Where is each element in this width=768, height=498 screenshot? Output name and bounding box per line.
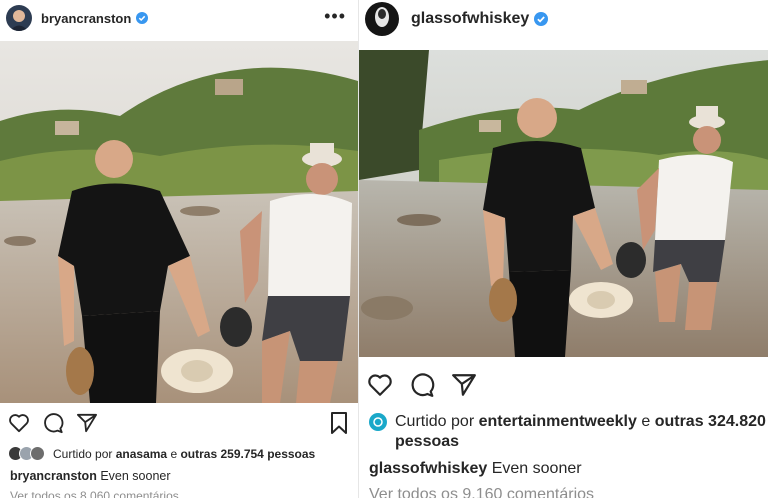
liker-avatars[interactable] — [8, 446, 45, 461]
view-comments-link[interactable]: Ver todos os 9.160 comentários — [369, 486, 594, 498]
likes-connector: e — [641, 413, 651, 430]
post-header: bryancranston ••• — [0, 0, 358, 36]
liker-avatar-icon[interactable] — [369, 413, 387, 431]
likes-count[interactable]: outras 259.754 pessoas — [180, 447, 315, 461]
more-options-icon[interactable]: ••• — [324, 7, 346, 25]
bookmark-icon[interactable] — [330, 412, 348, 434]
action-bar — [8, 412, 98, 434]
post-photo[interactable] — [359, 50, 768, 357]
liker-username[interactable]: anasama — [116, 447, 167, 461]
post-header: glassofwhiskey — [359, 0, 768, 38]
verified-badge-icon — [136, 12, 149, 24]
avatar — [30, 446, 45, 461]
likes-prefix: Curtido por — [395, 413, 475, 430]
verified-badge-icon — [534, 12, 549, 26]
caption-username[interactable]: glassofwhiskey — [369, 460, 487, 477]
post-photo[interactable] — [0, 41, 358, 403]
heart-icon[interactable] — [367, 373, 393, 397]
view-comments-link[interactable]: Ver todos os 8.060 comentários — [10, 489, 179, 498]
post-caption: glassofwhiskey Even sooner — [369, 460, 582, 478]
caption-text: Even sooner — [491, 460, 582, 477]
left-post: bryancranston ••• Curtido por anasama e … — [0, 0, 358, 498]
likes-summary: Curtido por entertainmentweekly e outras… — [369, 413, 766, 431]
likes-count-continued[interactable]: pessoas — [395, 433, 459, 451]
caption-text: Even sooner — [100, 469, 171, 483]
right-post: glassofwhiskey Curtido por entertainment… — [358, 0, 768, 498]
heart-icon[interactable] — [8, 413, 30, 433]
likes-summary: Curtido por anasama e outras 259.754 pes… — [8, 446, 315, 461]
post-username[interactable]: glassofwhiskey — [411, 10, 529, 28]
avatar[interactable] — [6, 5, 32, 31]
likes-count[interactable]: outras 324.820 — [655, 413, 766, 431]
comment-icon[interactable] — [409, 372, 435, 398]
share-icon[interactable] — [451, 373, 477, 397]
comment-icon[interactable] — [42, 412, 64, 434]
avatar[interactable] — [365, 2, 399, 36]
action-bar — [367, 372, 477, 398]
likes-prefix: Curtido por — [53, 446, 113, 461]
likes-connector: e — [170, 446, 178, 461]
post-username[interactable]: bryancranston — [41, 11, 131, 26]
share-icon[interactable] — [76, 413, 98, 433]
post-caption: bryancranston Even sooner — [10, 469, 171, 483]
caption-username[interactable]: bryancranston — [10, 469, 97, 483]
liker-username[interactable]: entertainmentweekly — [479, 413, 637, 431]
